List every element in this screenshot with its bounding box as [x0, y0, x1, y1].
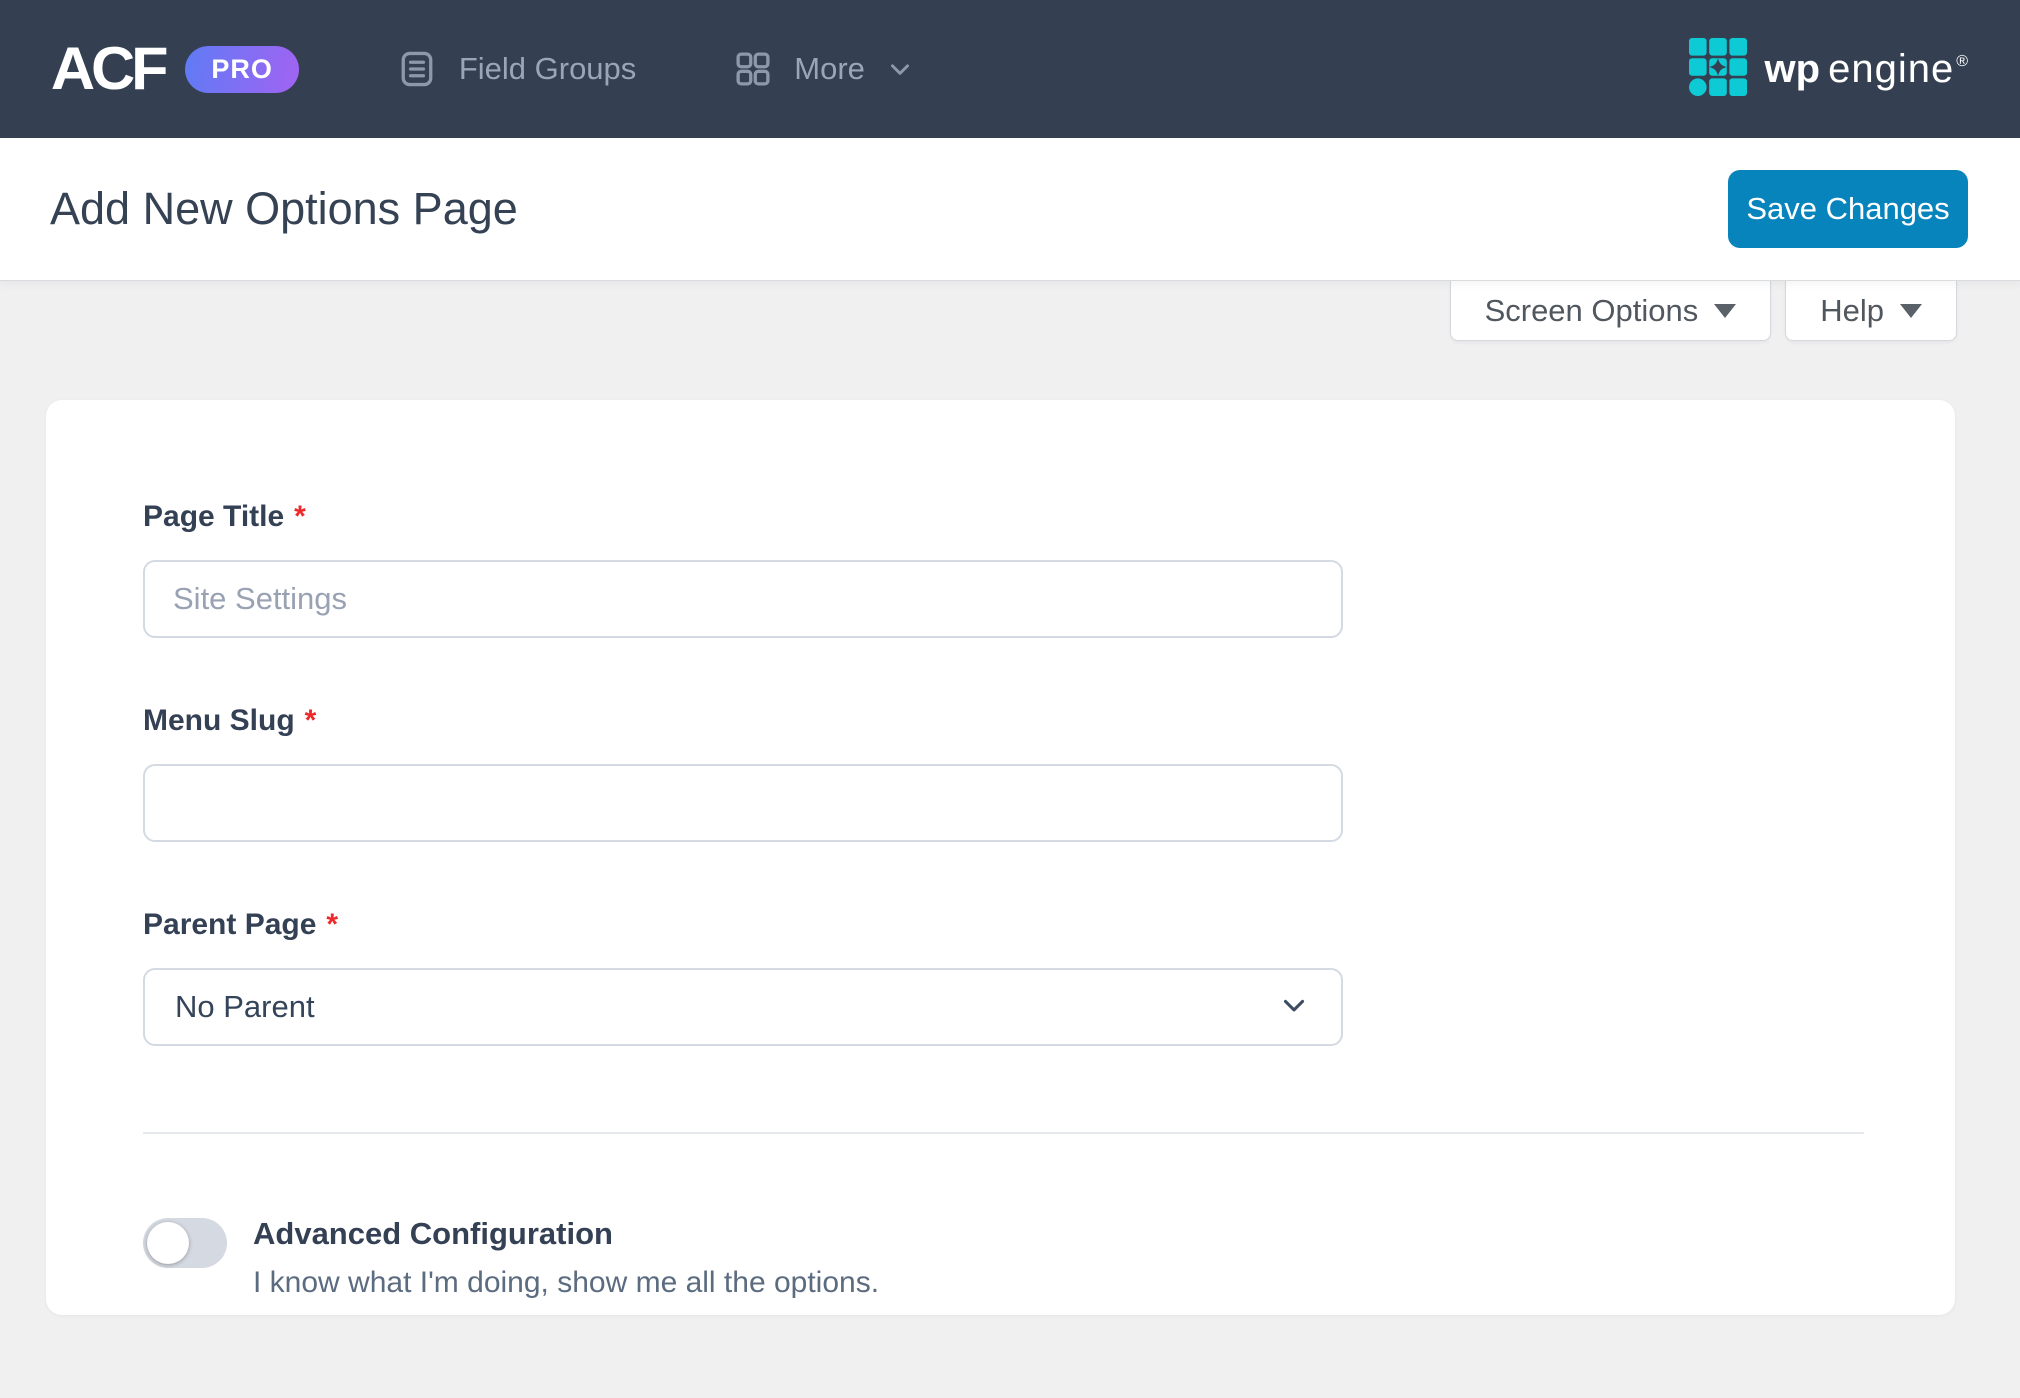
screen-tabs: Screen Options Help: [1449, 281, 1957, 341]
advanced-configuration-text: Advanced Configuration I know what I'm d…: [253, 1216, 879, 1300]
label-text: Menu Slug: [143, 704, 295, 737]
options-page-form-card: Page Title * Menu Slug * Parent Page * N…: [46, 400, 1955, 1315]
help-label: Help: [1820, 292, 1884, 328]
advanced-configuration-row: Advanced Configuration I know what I'm d…: [143, 1216, 1955, 1300]
screen-options-label: Screen Options: [1484, 292, 1699, 328]
advanced-configuration-label: Advanced Configuration: [253, 1216, 613, 1251]
nav-item-label: Field Groups: [458, 51, 637, 86]
navbar-menu: Field Groups More: [395, 47, 915, 91]
parent-page-label: Parent Page *: [143, 908, 1955, 942]
parent-page-select[interactable]: No Parent: [143, 968, 1343, 1046]
toggle-knob: [147, 1222, 189, 1264]
screen-options-tab[interactable]: Screen Options: [1449, 281, 1772, 341]
wpengine-engine-text: engine: [1828, 46, 1955, 91]
acf-logo: ACF: [50, 35, 169, 102]
pro-badge: PRO: [185, 45, 299, 93]
triangle-down-icon: [1714, 303, 1737, 318]
grid-icon: [732, 48, 774, 90]
advanced-configuration-description: I know what I'm doing, show me all the o…: [253, 1266, 880, 1299]
field-groups-icon: [395, 47, 439, 91]
advanced-configuration-toggle[interactable]: [143, 1218, 227, 1268]
wpengine-wordmark: wp engine ®: [1765, 47, 1968, 92]
triangle-down-icon: [1900, 303, 1922, 318]
nav-item-field-groups[interactable]: Field Groups: [395, 47, 636, 91]
help-tab[interactable]: Help: [1785, 281, 1957, 341]
page-header: Add New Options Page Save Changes: [0, 138, 2020, 281]
required-asterisk: *: [326, 908, 339, 941]
section-divider: [143, 1132, 1864, 1134]
label-text: Parent Page: [143, 908, 317, 941]
page-title: Add New Options Page: [50, 183, 518, 234]
chevron-down-icon: [1277, 988, 1311, 1027]
parent-page-field: Parent Page * No Parent: [143, 908, 1955, 1046]
chevron-down-icon: [885, 54, 915, 84]
menu-slug-field: Menu Slug *: [143, 704, 1955, 842]
nav-item-label: More: [794, 51, 865, 86]
label-text: Page Title: [143, 500, 285, 533]
page-title-label: Page Title *: [143, 500, 1955, 534]
save-changes-button[interactable]: Save Changes: [1728, 170, 1968, 248]
page-title-field: Page Title *: [143, 500, 1955, 638]
page-title-input[interactable]: [143, 560, 1343, 638]
nav-item-more[interactable]: More: [732, 48, 915, 90]
menu-slug-label: Menu Slug *: [143, 704, 1955, 738]
selected-value: No Parent: [175, 989, 315, 1024]
wpengine-wp-text: wp: [1764, 46, 1821, 91]
wpengine-logo: wp engine ®: [1688, 37, 1968, 101]
required-asterisk: *: [294, 500, 306, 533]
menu-slug-input[interactable]: [143, 764, 1343, 842]
wpengine-icon: [1688, 37, 1747, 101]
acf-logo-group[interactable]: ACF PRO: [50, 35, 299, 102]
required-asterisk: *: [304, 704, 317, 737]
top-navbar: ACF PRO Field Groups More wp engine ®: [0, 0, 2020, 138]
wpengine-reg-mark: ®: [1956, 52, 1968, 70]
